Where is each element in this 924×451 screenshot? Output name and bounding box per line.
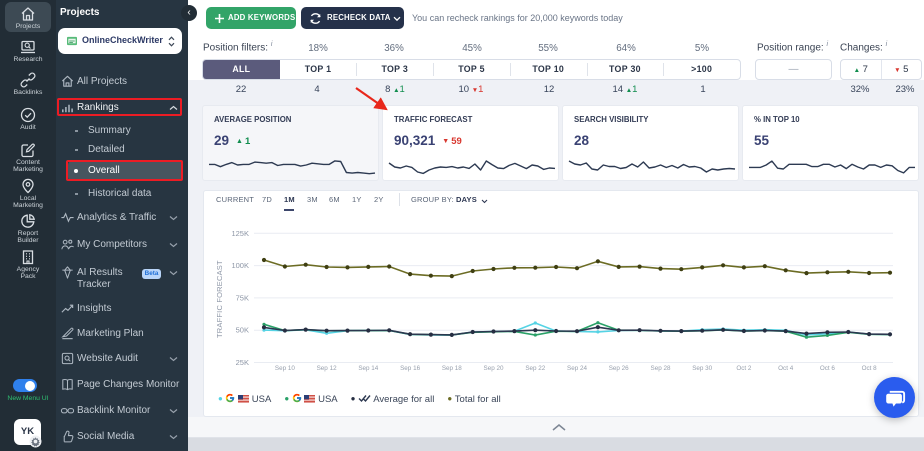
svg-text:Oct 6: Oct 6 [820,365,836,372]
svg-text:Sep 12: Sep 12 [317,365,337,372]
svg-text:Sep 18: Sep 18 [442,365,462,372]
svg-text:Sep 30: Sep 30 [692,365,712,372]
svg-text:Sep 10: Sep 10 [275,365,295,372]
svg-text:Sep 26: Sep 26 [609,365,629,372]
svg-text:25K: 25K [236,358,249,367]
svg-text:100K: 100K [231,261,249,270]
svg-text:Sep 14: Sep 14 [358,365,378,372]
svg-text:125K: 125K [231,229,249,238]
svg-text:Oct 4: Oct 4 [778,365,794,372]
svg-text:Oct 8: Oct 8 [862,365,878,372]
svg-text:75K: 75K [236,293,249,302]
svg-text:Sep 16: Sep 16 [400,365,420,372]
svg-text:Oct 2: Oct 2 [736,365,752,372]
svg-text:Sep 24: Sep 24 [567,365,587,372]
svg-text:Sep 22: Sep 22 [525,365,545,372]
svg-text:Sep 20: Sep 20 [484,365,504,372]
svg-text:50K: 50K [236,326,249,335]
svg-text:Sep 28: Sep 28 [651,365,671,372]
